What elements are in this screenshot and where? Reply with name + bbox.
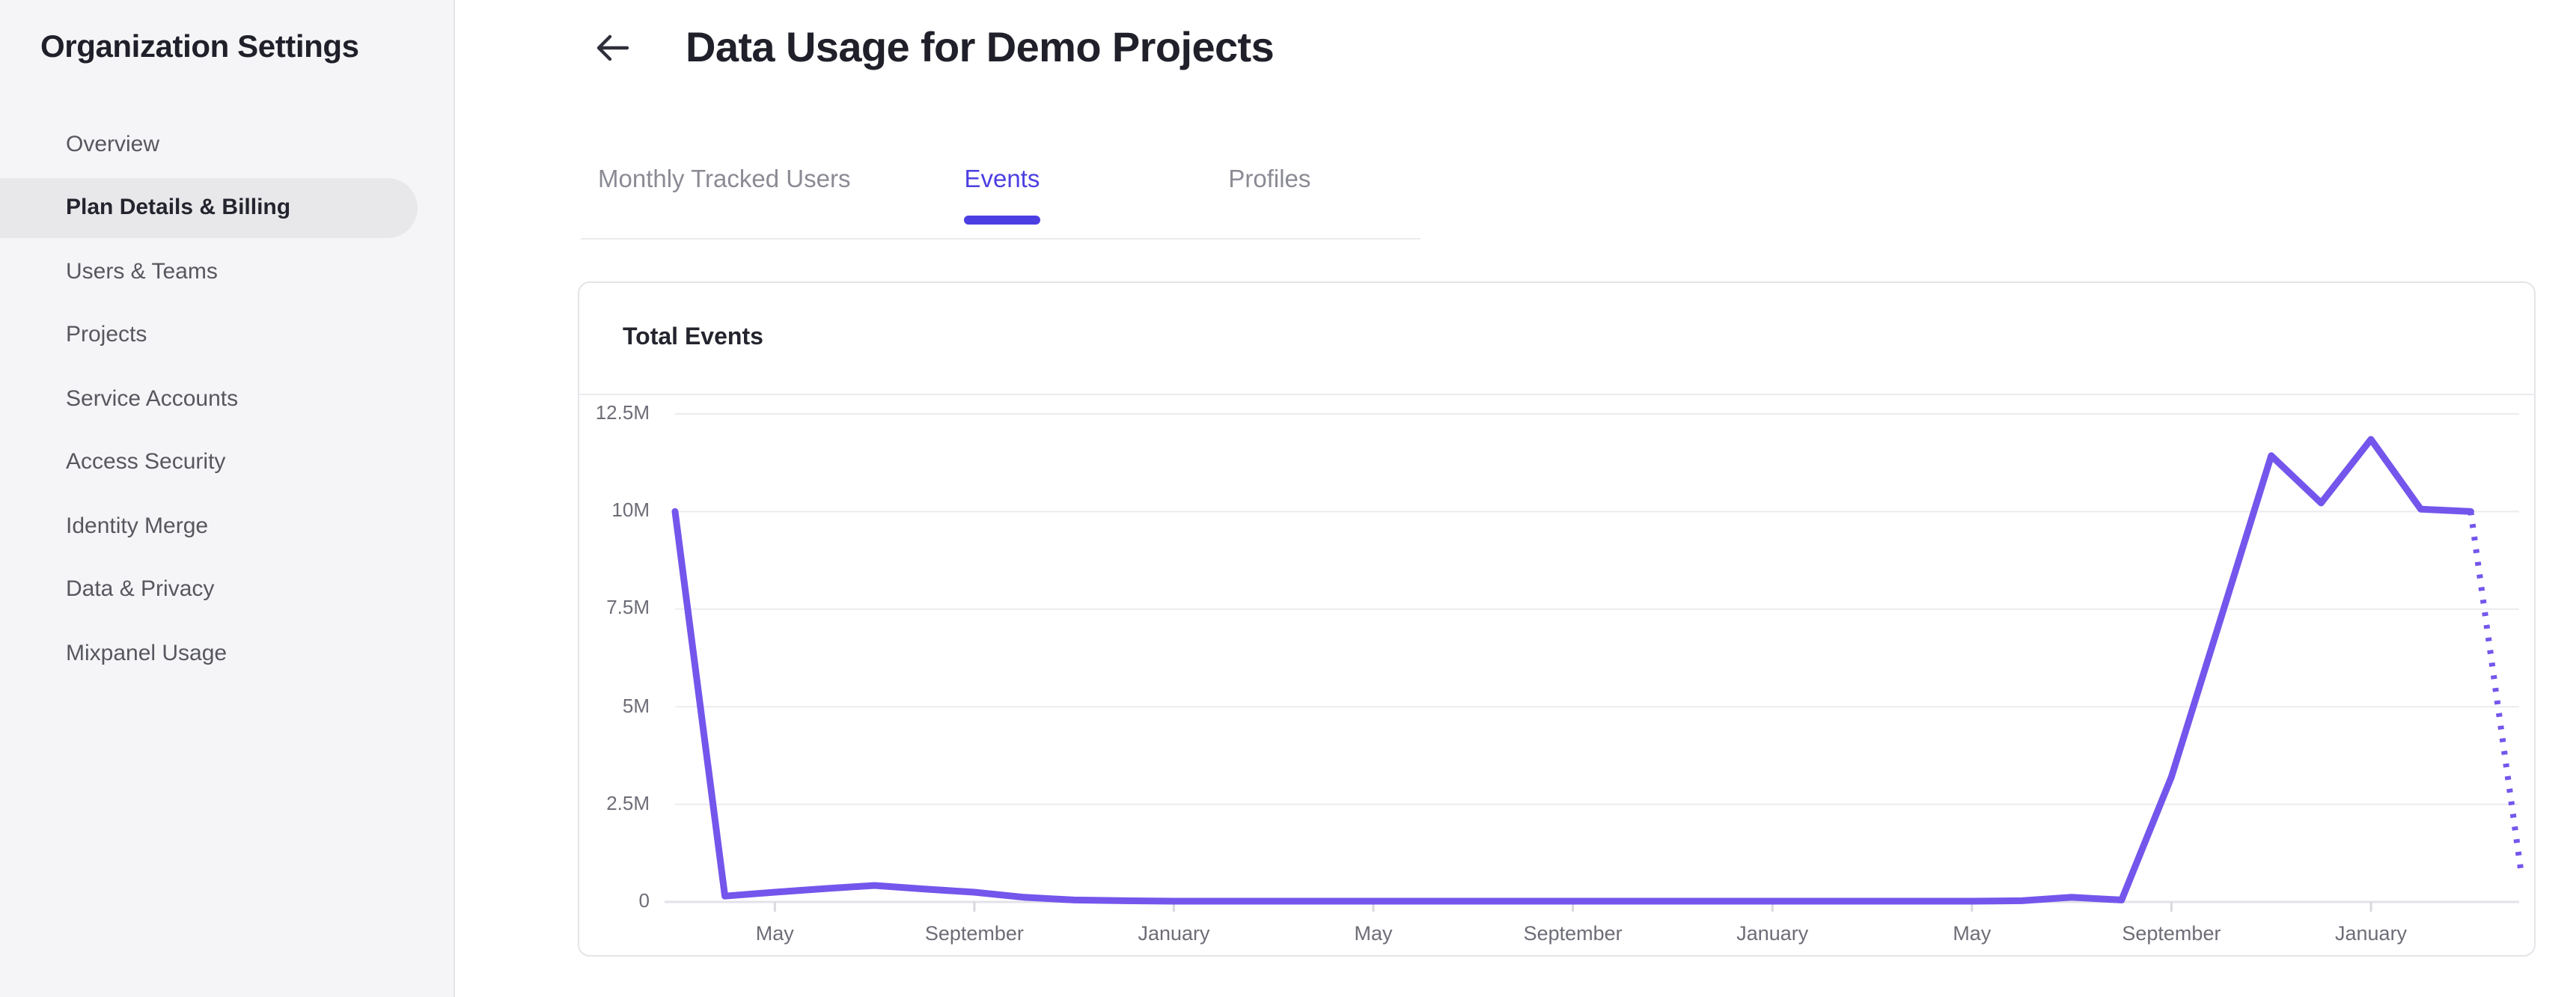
tab-label: Events xyxy=(964,166,1040,193)
y-axis-label: 5M xyxy=(622,694,650,717)
x-axis-tick xyxy=(773,902,776,912)
sidebar-title: Organization Settings xyxy=(40,30,359,64)
organization-settings-sidebar: Organization Settings Overview Plan Detai… xyxy=(0,0,455,997)
tab-label: Profiles xyxy=(1228,166,1311,193)
left-arrow-icon xyxy=(596,34,629,61)
sidebar-item-data-privacy[interactable]: Data & Privacy xyxy=(0,558,454,621)
card-header: Total Events xyxy=(579,282,2534,395)
sidebar-item-label: Projects xyxy=(66,322,147,348)
x-axis-label: May xyxy=(1953,921,1991,944)
app-viewport: Organization Settings Overview Plan Detai… xyxy=(0,0,2576,997)
tab-events[interactable]: Events xyxy=(964,135,1041,226)
x-axis-tick xyxy=(973,902,976,912)
total-events-line-projected-dotted xyxy=(2467,510,2524,870)
sidebar-item-projects[interactable]: Projects xyxy=(0,303,454,367)
page-header: Data Usage for Demo Projects xyxy=(593,18,1275,78)
tab-label: Monthly Tracked Users xyxy=(598,166,851,193)
x-axis-label: January xyxy=(2335,921,2408,944)
y-axis-label: 12.5M xyxy=(595,401,650,424)
y-axis-label: 2.5M xyxy=(606,791,650,814)
x-axis-label: September xyxy=(924,921,1024,944)
sidebar-item-users-teams[interactable]: Users & Teams xyxy=(0,240,454,303)
sidebar-item-service-accounts[interactable]: Service Accounts xyxy=(0,367,454,430)
sidebar-item-label: Identity Merge xyxy=(66,513,209,539)
card-title: Total Events xyxy=(623,324,763,350)
sidebar-item-access-security[interactable]: Access Security xyxy=(0,430,454,494)
x-axis-label: January xyxy=(1138,921,1210,944)
sidebar-item-label: Users & Teams xyxy=(66,258,218,284)
main-content: Data Usage for Demo Projects Monthly Tra… xyxy=(455,0,2576,997)
total-events-card: Total Events 0 2.5M 5M 7.5M 10M 12.5M May Septe… xyxy=(578,281,2536,957)
data-usage-tabs: Monthly Tracked Users Events Profiles xyxy=(580,135,1420,240)
x-axis-tick xyxy=(2369,902,2372,912)
sidebar-item-overview[interactable]: Overview xyxy=(0,112,454,176)
line-chart-canvas xyxy=(665,413,2524,912)
back-button[interactable] xyxy=(593,18,632,78)
sidebar-item-label: Mixpanel Usage xyxy=(66,640,228,666)
x-axis-label: September xyxy=(1523,921,1623,944)
sidebar-item-mixpanel-usage[interactable]: Mixpanel Usage xyxy=(0,621,454,685)
tab-profiles[interactable]: Profiles xyxy=(1228,135,1310,226)
sidebar-item-label: Overview xyxy=(66,131,160,157)
x-axis-label: September xyxy=(2122,921,2221,944)
sidebar-item-plan-details-billing[interactable]: Plan Details & Billing xyxy=(0,176,454,240)
page-title: Data Usage for Demo Projects xyxy=(686,24,1275,70)
total-events-chart: 0 2.5M 5M 7.5M 10M 12.5M May September January Ma… xyxy=(579,395,2534,955)
x-axis-tick xyxy=(2170,902,2173,912)
x-axis-label: January xyxy=(1736,921,1809,944)
sidebar-nav-list: Overview Plan Details & Billing Users & Te… xyxy=(0,112,454,685)
sidebar-item-label: Data & Privacy xyxy=(66,576,215,603)
sidebar-item-label: Access Security xyxy=(66,449,226,475)
y-axis-label: 0 xyxy=(638,889,650,912)
sidebar-item-label: Service Accounts xyxy=(66,385,239,412)
sidebar-item-identity-merge[interactable]: Identity Merge xyxy=(0,494,454,558)
x-axis-label: May xyxy=(1354,921,1393,944)
tab-monthly-tracked-users[interactable]: Monthly Tracked Users xyxy=(598,135,850,226)
y-axis-label: 10M xyxy=(611,498,650,522)
x-axis-label: May xyxy=(755,921,794,944)
y-axis-label: 7.5M xyxy=(606,596,650,619)
sidebar-item-label: Plan Details & Billing xyxy=(66,195,291,221)
total-events-line-solid xyxy=(671,436,2474,905)
